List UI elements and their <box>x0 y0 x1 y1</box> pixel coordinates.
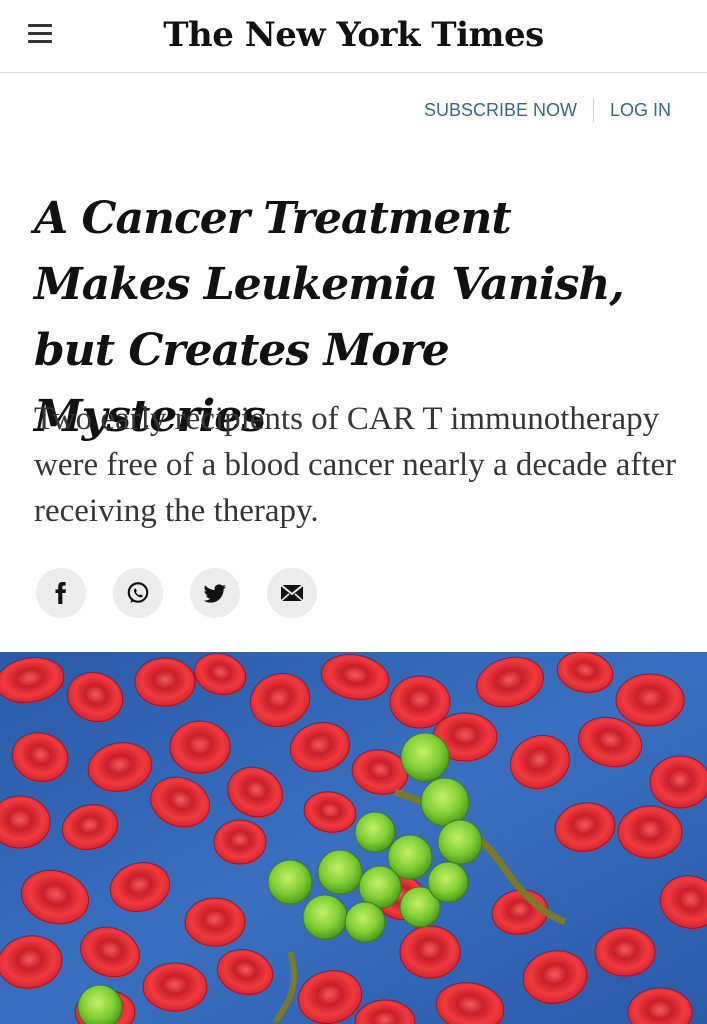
log-in-link[interactable]: LOG IN <box>610 100 671 121</box>
facebook-icon <box>55 582 67 604</box>
red-blood-cell <box>389 675 451 729</box>
twitter-share-button[interactable] <box>190 568 240 618</box>
nyt-logo[interactable]: The New York Times <box>0 12 707 58</box>
subscribe-now-link[interactable]: SUBSCRIBE NOW <box>424 100 577 121</box>
email-icon <box>280 584 304 602</box>
blood-cells-micrograph <box>0 652 707 1024</box>
t-cell <box>267 859 313 905</box>
share-toolbar <box>36 568 317 618</box>
article-summary: Two early recipients of CAR T immunother… <box>34 401 677 529</box>
red-blood-cell <box>169 720 231 774</box>
t-cell <box>317 849 363 895</box>
t-cell <box>420 777 470 827</box>
t-cell <box>400 732 450 782</box>
site-header: The New York Times <box>0 0 707 73</box>
article-hero-image[interactable] <box>0 652 707 1024</box>
t-cell <box>437 819 483 865</box>
auth-links: SUBSCRIBE NOW LOG IN <box>424 97 671 123</box>
t-cell <box>344 901 386 943</box>
auth-divider <box>592 98 594 122</box>
t-cell <box>427 861 469 903</box>
twitter-icon <box>203 584 226 603</box>
red-blood-cell <box>399 925 461 979</box>
red-blood-cell <box>184 897 246 947</box>
red-blood-cell <box>142 962 208 1012</box>
t-cell <box>354 811 396 853</box>
red-blood-cell <box>213 819 267 865</box>
whatsapp-icon <box>127 582 149 603</box>
email-share-button[interactable] <box>267 568 317 618</box>
red-blood-cell <box>617 805 683 859</box>
whatsapp-share-button[interactable] <box>113 568 163 618</box>
red-blood-cell <box>134 657 196 707</box>
red-blood-cell <box>594 927 656 977</box>
t-cell <box>77 984 123 1024</box>
red-blood-cell <box>615 673 685 727</box>
t-cell <box>302 894 348 940</box>
facebook-share-button[interactable] <box>36 568 86 618</box>
red-blood-cell <box>649 755 707 809</box>
